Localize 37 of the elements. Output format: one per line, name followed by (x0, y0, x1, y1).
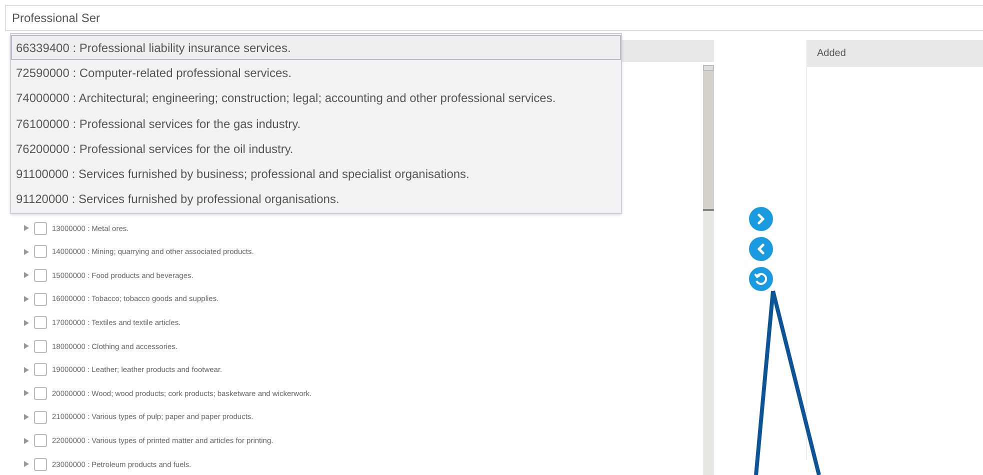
expand-caret-icon[interactable] (24, 366, 29, 373)
checkbox[interactable] (34, 222, 47, 235)
suggestion-item[interactable]: 66339400 : Professional liability insurance services. (11, 35, 621, 60)
expand-caret-icon[interactable] (24, 225, 29, 232)
expand-caret-icon[interactable] (24, 248, 29, 255)
checkbox[interactable] (34, 268, 47, 282)
expand-caret-icon[interactable] (24, 390, 29, 396)
suggestion-item[interactable]: 74000000 : Architectural; engineering; construction; legal; accounting and other professional services. (11, 86, 621, 111)
expand-caret-icon[interactable] (24, 320, 29, 326)
expand-caret-icon[interactable] (24, 296, 29, 302)
remove-button[interactable] (749, 237, 773, 261)
add-button[interactable] (749, 207, 773, 231)
panel-title: Added (817, 47, 846, 61)
checkbox[interactable] (34, 434, 47, 448)
suggestion-item[interactable]: 76100000 : Professional services for the gas industry. (11, 110, 621, 136)
expand-caret-icon[interactable] (24, 343, 29, 350)
expand-caret-icon[interactable] (24, 414, 29, 420)
scrollbar-thumb[interactable] (703, 71, 714, 212)
checkbox[interactable] (34, 340, 47, 353)
search-field[interactable]: Professional Ser (5, 5, 983, 31)
checkbox[interactable] (34, 386, 47, 400)
suggestion-item[interactable]: 91120000 : Services furnished by professional organisations. (11, 186, 621, 212)
checkbox[interactable] (34, 245, 47, 258)
expand-caret-icon[interactable] (24, 272, 29, 278)
suggestion-item[interactable]: 72590000 : Computer-related professional services. (11, 60, 621, 86)
reset-button[interactable] (749, 267, 773, 291)
suggestion-item[interactable]: 91100000 : Services furnished by business; professional and specialist organisations. (11, 161, 621, 187)
expand-caret-icon[interactable] (24, 461, 29, 468)
expand-caret-icon[interactable] (24, 438, 29, 444)
checkbox[interactable] (34, 410, 47, 424)
reset-icon (753, 271, 769, 287)
suggestion-item[interactable]: 76200000 : Professional services for the oil industry. (11, 136, 621, 162)
checkbox[interactable] (34, 316, 47, 330)
checkbox[interactable] (34, 292, 47, 306)
scrollbar[interactable] (703, 65, 714, 475)
checkbox[interactable] (34, 458, 47, 471)
checkbox[interactable] (34, 363, 47, 376)
